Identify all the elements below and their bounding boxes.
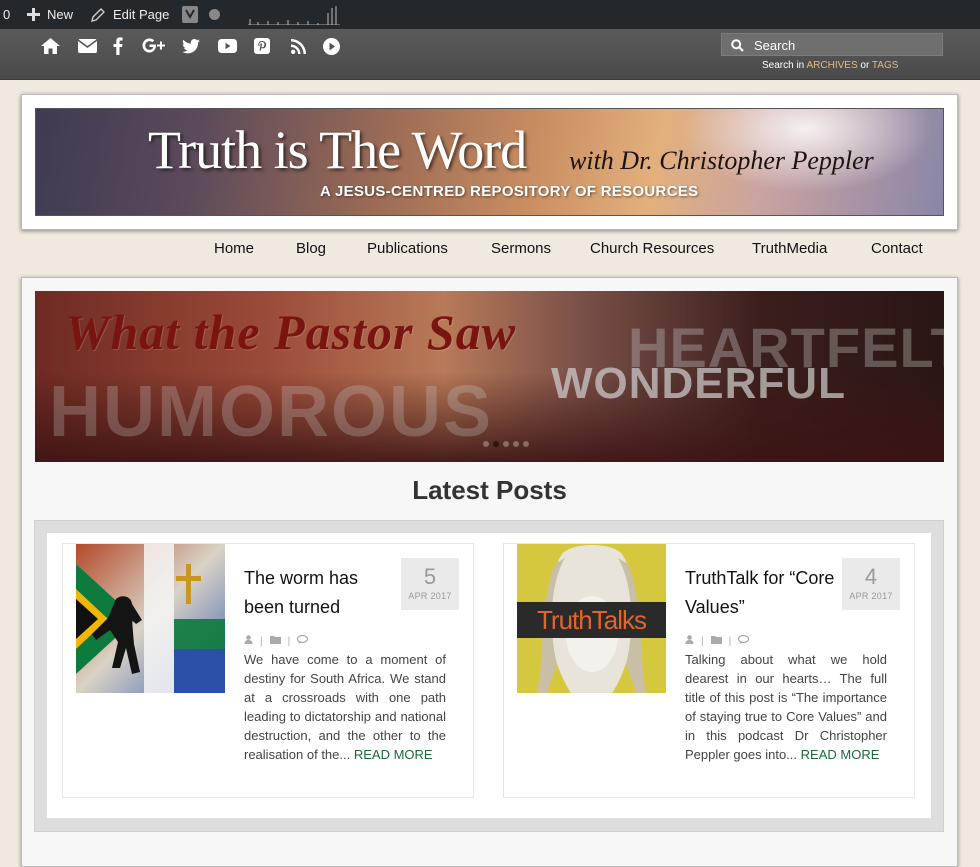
search-icon	[731, 39, 744, 57]
read-more-link[interactable]: READ MORE	[801, 747, 880, 762]
post-meta: | |	[244, 634, 309, 647]
slider-dots	[483, 441, 529, 447]
featured-slider[interactable]: HUMOROUS HEARTFELT WONDERFUL What the Pa…	[35, 291, 944, 462]
edit-page-button[interactable]: Edit Page	[91, 0, 169, 29]
comment-icon[interactable]	[738, 634, 750, 647]
stats-sparkline-icon[interactable]	[248, 0, 340, 29]
post-title[interactable]: The worm has been turned	[244, 564, 399, 622]
meta-separator: |	[728, 635, 732, 647]
post-excerpt-text: Talking about what we hold dearest in ou…	[685, 652, 887, 762]
slider-word-wonderful: WONDERFUL	[551, 359, 846, 408]
post-excerpt: We have come to a moment of destiny for …	[244, 650, 446, 764]
post-thumbnail[interactable]	[76, 544, 225, 693]
post-title[interactable]: TruthTalk for “Core Values”	[685, 564, 840, 622]
facebook-icon[interactable]	[108, 36, 128, 56]
meta-separator: |	[260, 635, 263, 647]
archives-link[interactable]: ARCHIVES	[806, 60, 857, 71]
main-content: HUMOROUS HEARTFELT WONDERFUL What the Pa…	[21, 277, 958, 867]
play-icon[interactable]	[321, 36, 341, 56]
slider-word-humorous: HUMOROUS	[49, 372, 493, 452]
post-date: 4 APR 2017	[842, 558, 900, 610]
seo-icon[interactable]	[182, 0, 198, 29]
home-icon[interactable]	[40, 36, 60, 56]
email-icon[interactable]	[77, 36, 97, 56]
pinterest-icon[interactable]	[252, 36, 272, 56]
nav-item-contact[interactable]: Contact	[871, 240, 923, 257]
post-card: TruthTalks TruthTalk for “Core Values” 4…	[503, 543, 915, 798]
meta-separator: |	[701, 635, 704, 647]
slider-dot[interactable]	[483, 441, 489, 447]
truthtalks-label: TruthTalks	[537, 605, 647, 635]
new-label: New	[47, 7, 74, 22]
tags-link[interactable]: TAGS	[872, 60, 898, 71]
read-more-link[interactable]: READ MORE	[354, 747, 433, 762]
nav-item-home[interactable]: Home	[214, 240, 254, 257]
admin-counter: 0	[3, 7, 11, 22]
edit-page-label: Edit Page	[113, 7, 170, 22]
site-header: Truth is The Word with Dr. Christopher P…	[21, 94, 958, 230]
post-date-month: APR 2017	[408, 591, 452, 601]
search-hint-prefix: Search in	[762, 60, 805, 71]
nav-item-blog[interactable]: Blog	[296, 240, 326, 257]
twitter-icon[interactable]	[181, 36, 201, 56]
google-plus-icon[interactable]	[141, 36, 167, 56]
post-date: 5 APR 2017	[401, 558, 459, 610]
header-banner[interactable]: Truth is The Word with Dr. Christopher P…	[35, 108, 944, 216]
slider-dot-active[interactable]	[493, 441, 499, 447]
posts-list: The worm has been turned 5 APR 2017 | | …	[47, 533, 931, 818]
search-hint-or: or	[860, 60, 870, 71]
pencil-icon	[91, 7, 105, 22]
site-title: Truth is The Word	[148, 120, 527, 180]
post-excerpt: Talking about what we hold dearest in ou…	[685, 650, 887, 764]
new-button[interactable]: New	[27, 0, 73, 29]
status-dot-icon[interactable]	[209, 0, 220, 29]
slider-dot[interactable]	[523, 441, 529, 447]
nav-item-publications[interactable]: Publications	[367, 240, 448, 257]
meta-separator: |	[287, 635, 291, 647]
search-input[interactable]	[752, 34, 941, 57]
plus-icon	[27, 8, 40, 21]
admin-bar: 0 New Edit Page	[0, 0, 980, 29]
post-date-month: APR 2017	[849, 591, 893, 601]
rss-icon[interactable]	[288, 36, 308, 56]
comment-icon[interactable]	[297, 634, 309, 647]
post-thumbnail[interactable]: TruthTalks	[517, 544, 666, 693]
author-icon[interactable]	[685, 635, 694, 647]
author-icon[interactable]	[244, 635, 253, 647]
nav-item-sermons[interactable]: Sermons	[491, 240, 551, 257]
site-subtitle: with Dr. Christopher Peppler	[569, 146, 874, 175]
post-meta: | |	[685, 634, 750, 647]
post-date-day: 5	[423, 564, 437, 589]
post-date-day: 4	[864, 564, 878, 589]
post-excerpt-text: We have come to a moment of destiny for …	[244, 652, 446, 762]
nav-item-truthmedia[interactable]: TruthMedia	[752, 240, 827, 257]
search-box	[721, 33, 943, 57]
posts-frame: The worm has been turned 5 APR 2017 | | …	[34, 520, 944, 832]
slider-dot[interactable]	[503, 441, 509, 447]
nav-item-church-resources[interactable]: Church Resources	[590, 240, 714, 257]
latest-posts-heading: Latest Posts	[412, 475, 567, 505]
post-card: The worm has been turned 5 APR 2017 | | …	[62, 543, 474, 798]
slider-dot[interactable]	[513, 441, 519, 447]
folder-icon[interactable]	[710, 635, 722, 647]
folder-icon[interactable]	[269, 635, 281, 647]
site-tagline: A JESUS-CENTRED REPOSITORY OF RESOURCES	[320, 183, 699, 200]
social-bar: Search in ARCHIVES or TAGS	[0, 29, 980, 80]
main-nav: Home Blog Publications Sermons Church Re…	[0, 240, 980, 260]
search-hint: Search in ARCHIVES or TAGS	[762, 60, 898, 71]
youtube-icon[interactable]	[217, 36, 237, 56]
slider-title: What the Pastor Saw	[65, 304, 517, 360]
